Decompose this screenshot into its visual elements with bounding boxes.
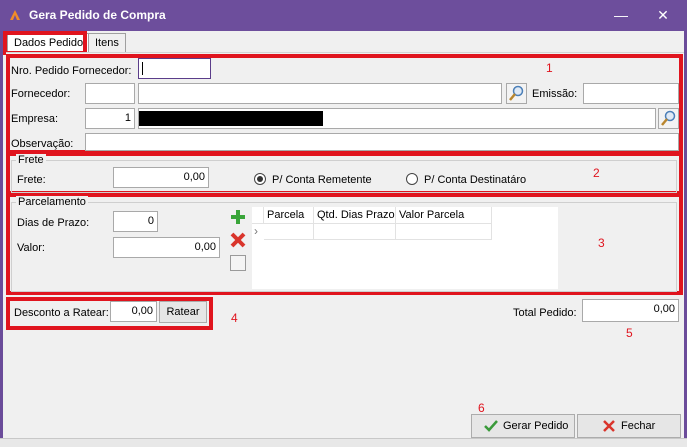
frete-destinatario-radio[interactable] [406, 173, 418, 185]
frete-destinatario-label[interactable]: P/ Conta Destinatáro [424, 174, 526, 186]
empresa-code-input[interactable]: 1 [85, 108, 135, 129]
total-pedido-label: Total Pedido: [513, 307, 577, 319]
remove-parcela-button[interactable] [229, 231, 247, 249]
checkmark-icon [484, 420, 498, 432]
emissao-input[interactable] [583, 83, 679, 104]
title-bar: Gera Pedido de Compra — ✕ [0, 0, 687, 31]
frete-remetente-label[interactable]: P/ Conta Remetente [272, 174, 372, 186]
frete-legend: Frete [16, 154, 46, 166]
nro-pedido-label: Nro. Pedido Fornecedor: [11, 65, 132, 77]
clear-parcela-button[interactable] [230, 255, 246, 271]
row-indicator-icon: › [254, 224, 258, 238]
magnifier-icon [661, 110, 676, 126]
valor-label: Valor: [17, 242, 45, 254]
text-caret [142, 62, 143, 75]
tab-content: 1 Nro. Pedido Fornecedor: Fornecedor: Em… [6, 52, 684, 431]
valor-value: 0,00 [194, 241, 216, 253]
close-x-icon [603, 420, 615, 432]
empresa-name-input[interactable] [138, 108, 656, 129]
dias-prazo-label: Dias de Prazo: [17, 217, 90, 229]
plus-icon [231, 210, 245, 224]
total-pedido-value: 0,00 [653, 303, 675, 315]
frete-remetente-radio[interactable] [254, 173, 266, 185]
annotation-number-5: 5 [626, 326, 633, 340]
desconto-value: 0,00 [131, 305, 153, 317]
minimize-button[interactable]: — [609, 4, 633, 26]
dias-prazo-input[interactable]: 0 [113, 211, 158, 232]
tab-label: Itens [95, 37, 119, 49]
fornecedor-name-input[interactable] [138, 83, 502, 104]
frete-input[interactable]: 0,00 [113, 167, 209, 188]
observacao-input[interactable] [85, 133, 679, 151]
valor-input[interactable]: 0,00 [113, 237, 220, 258]
grid-cell[interactable] [264, 224, 314, 240]
annotation-number-1: 1 [546, 61, 553, 75]
window-title: Gera Pedido de Compra [29, 8, 166, 22]
ratear-button[interactable]: Ratear [159, 301, 207, 323]
annotation-number-6: 6 [478, 401, 485, 415]
grid-cell[interactable] [396, 224, 492, 240]
annotation-number-4: 4 [231, 311, 238, 325]
empresa-label: Empresa: [11, 113, 59, 125]
nro-pedido-input[interactable] [138, 58, 211, 79]
redacted-empresa-name [139, 111, 323, 126]
add-parcela-button[interactable] [229, 208, 247, 226]
gerar-pedido-button[interactable]: Gerar Pedido [471, 414, 575, 438]
magnifier-icon [509, 85, 524, 101]
frete-label: Frete: [17, 174, 46, 186]
grid-header-valor-parcela[interactable]: Valor Parcela [396, 207, 492, 224]
parcelamento-legend: Parcelamento [16, 196, 88, 208]
grid-cell[interactable] [314, 224, 396, 240]
client-area: Dados Pedido Itens 1 Nro. Pedido Fornece… [3, 31, 684, 446]
fechar-label: Fechar [621, 420, 656, 432]
grid-header-parcela[interactable]: Parcela [264, 207, 314, 224]
close-button[interactable]: ✕ [651, 4, 675, 26]
fornecedor-code-input[interactable] [85, 83, 135, 104]
desconto-label: Desconto a Ratear: [14, 307, 109, 319]
app-logo-icon [10, 10, 20, 20]
grid-indicator-header [252, 207, 264, 224]
desconto-input[interactable]: 0,00 [110, 301, 157, 322]
gerar-pedido-label: Gerar Pedido [503, 420, 569, 432]
grid-header-qtd-dias[interactable]: Qtd. Dias Prazo [314, 207, 396, 224]
observacao-label: Observação: [11, 138, 74, 150]
empresa-search-button[interactable] [658, 108, 679, 129]
empresa-code-value: 1 [124, 112, 131, 124]
fornecedor-label: Fornecedor: [11, 88, 71, 100]
emissao-label: Emissão: [532, 88, 578, 100]
fornecedor-search-button[interactable] [506, 83, 527, 104]
delete-x-icon [230, 232, 246, 248]
parcelas-grid[interactable]: Parcela Qtd. Dias Prazo Valor Parcela › [252, 207, 558, 289]
dias-prazo-value: 0 [147, 215, 154, 227]
frete-value: 0,00 [183, 171, 205, 183]
tab-itens[interactable]: Itens [88, 33, 126, 53]
total-pedido-input[interactable]: 0,00 [582, 299, 679, 322]
fechar-button[interactable]: Fechar [577, 414, 681, 438]
